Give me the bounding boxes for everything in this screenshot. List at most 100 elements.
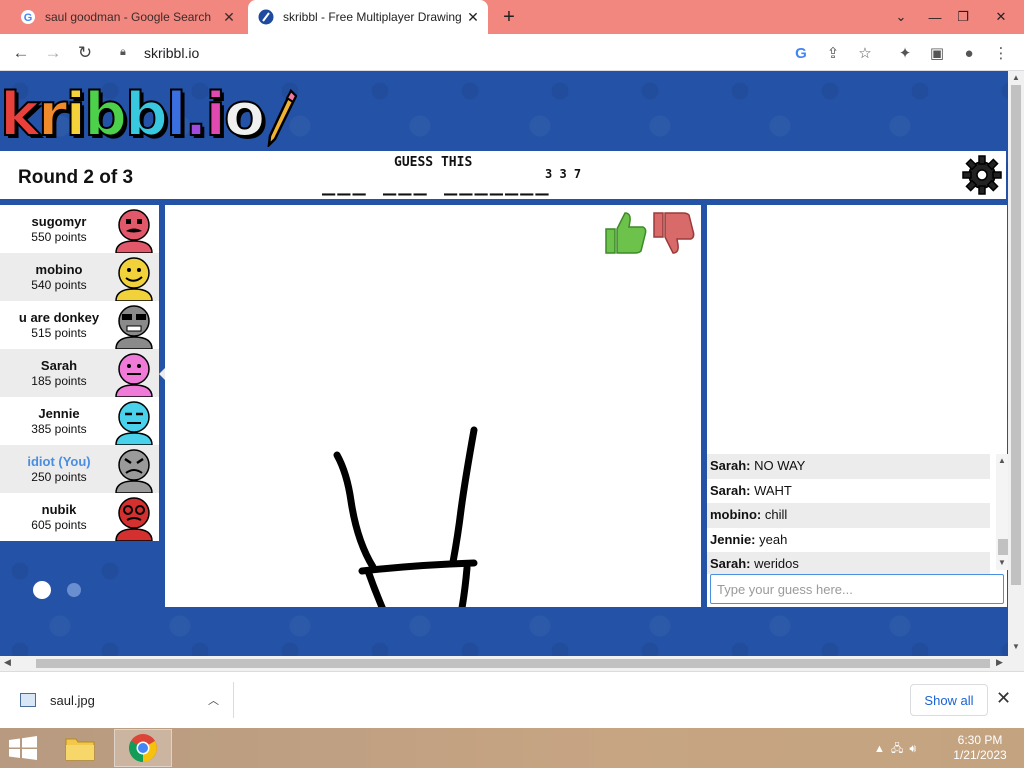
player-row[interactable]: u are donkey 515 points: [0, 301, 159, 349]
scroll-down-icon[interactable]: ▼: [1012, 642, 1020, 651]
clock-date: 1/21/2023: [953, 748, 1007, 762]
chat-text: weridos: [750, 556, 799, 571]
download-filename: saul.jpg: [50, 692, 95, 708]
profile-icon[interactable]: ●: [958, 42, 980, 64]
round-indicator: Round 2 of 3: [18, 167, 134, 188]
scroll-up-icon[interactable]: ▲: [998, 456, 1006, 465]
player-points: 515 points: [31, 326, 87, 340]
google-lens-icon[interactable]: G: [790, 42, 812, 64]
player-row[interactable]: mobino 540 points: [0, 253, 159, 301]
tab-strip: G saul goodman - Google Search ✕ skribbl…: [0, 0, 1024, 34]
player-avatar: [115, 305, 153, 349]
back-icon[interactable]: ←: [10, 42, 32, 64]
image-file-icon: [20, 693, 36, 707]
chat-text: NO WAY: [750, 458, 806, 473]
page-dot[interactable]: [67, 583, 81, 597]
close-icon[interactable]: ✕: [996, 688, 1011, 709]
share-icon[interactable]: ⇪: [822, 42, 844, 64]
player-points: 540 points: [31, 278, 87, 292]
chat-message: Sarah: NO WAY: [707, 454, 990, 479]
chat-message: Jennie: yeah: [707, 528, 990, 553]
side-panel-icon[interactable]: ▣: [926, 42, 948, 64]
guess-input[interactable]: [710, 574, 1004, 604]
chevron-up-icon[interactable]: ︿: [208, 692, 219, 708]
player-list: sugomyr 550 points mobino 540 points u a…: [0, 205, 159, 541]
page-dot-active[interactable]: [33, 581, 51, 599]
chat-text: chill: [761, 507, 788, 522]
page-scroll-thumb[interactable]: [1011, 85, 1021, 585]
player-avatar: [115, 209, 153, 253]
file-explorer-icon[interactable]: [64, 733, 96, 763]
tab-search-chevron-icon[interactable]: ⌄: [884, 0, 918, 34]
word-blanks: ___ ___ _______: [322, 171, 551, 196]
chat-text: yeah: [755, 531, 788, 547]
taskbar-clock[interactable]: 6:30 PM 1/21/2023: [950, 733, 1010, 763]
chat-scroll-thumb[interactable]: [998, 539, 1008, 555]
player-row[interactable]: Sarah 185 points: [0, 349, 159, 397]
download-item[interactable]: saul.jpg ︿: [12, 682, 234, 718]
scroll-down-icon[interactable]: ▼: [998, 558, 1006, 567]
new-tab-icon[interactable]: +: [498, 6, 520, 29]
drawing-canvas[interactable]: [165, 205, 701, 607]
google-icon: G: [20, 9, 36, 25]
scroll-right-icon[interactable]: ▶: [996, 657, 1003, 668]
player-row[interactable]: nubik 605 points: [0, 493, 159, 541]
svg-text:G: G: [24, 12, 33, 24]
page-horizontal-scrollbar[interactable]: ◀ ▶: [0, 656, 1024, 671]
player-row-self[interactable]: idiot (You) 250 points: [0, 445, 159, 493]
address-bar[interactable]: 🔒︎ skribbl.io: [108, 38, 888, 67]
scroll-left-icon[interactable]: ◀: [4, 657, 11, 668]
player-name: nubik: [41, 502, 77, 517]
system-tray[interactable]: ▲ 🖧︎ 🔊︎: [874, 740, 916, 759]
player-points: 185 points: [31, 374, 87, 388]
player-avatar: [115, 257, 153, 301]
close-tab-icon[interactable]: ✕: [464, 9, 482, 26]
restore-icon[interactable]: ❐: [946, 0, 980, 34]
chrome-taskbar-button[interactable]: [114, 729, 172, 767]
skribbl-icon: [258, 9, 274, 25]
chat-text: WAHT: [750, 482, 792, 498]
url-text: skribbl.io: [144, 44, 200, 61]
player-row[interactable]: Jennie 385 points: [0, 397, 159, 445]
close-tab-icon[interactable]: ✕: [220, 9, 238, 26]
scroll-up-icon[interactable]: ▲: [1012, 73, 1020, 82]
player-name: idiot (You): [27, 454, 91, 469]
download-shelf: saul.jpg ︿ Show all ✕: [0, 671, 1024, 728]
settings-gear-icon[interactable]: [962, 155, 1002, 195]
chat-panel: Sarah: NO WAY Sarah: WAHT mobino: chill …: [707, 205, 1009, 607]
tab-google-search[interactable]: G saul goodman - Google Search ✕: [12, 0, 244, 34]
clock-time: 6:30 PM: [957, 733, 1003, 747]
chat-messages: Sarah: NO WAY Sarah: WAHT mobino: chill …: [707, 454, 990, 574]
player-points: 250 points: [31, 470, 87, 484]
chat-message: mobino: chill: [707, 503, 990, 528]
bookmark-star-icon[interactable]: ☆: [854, 42, 876, 64]
player-name: Sarah: [40, 358, 78, 373]
player-name: mobino: [35, 262, 83, 277]
forward-icon[interactable]: →: [42, 42, 64, 64]
page-vertical-scrollbar[interactable]: ▲ ▼: [1008, 71, 1024, 656]
close-window-icon[interactable]: ✕: [984, 0, 1018, 34]
guess-label: GUESS THIS: [394, 155, 473, 170]
extensions-icon[interactable]: ✦: [894, 42, 916, 64]
player-name: Jennie: [38, 406, 80, 421]
chrome-icon: [129, 734, 157, 762]
horizontal-scroll-thumb[interactable]: [36, 659, 990, 668]
pencil-icon: [267, 88, 298, 147]
windows-start-icon[interactable]: [8, 736, 38, 760]
tab-title: skribbl - Free Multiplayer Drawing: [283, 10, 462, 24]
lock-icon: 🔒︎: [120, 46, 126, 58]
reload-icon[interactable]: ↻: [74, 42, 96, 64]
menu-kebab-icon[interactable]: ⋮: [990, 42, 1012, 64]
tab-title: saul goodman - Google Search: [45, 10, 212, 24]
page-viewport: kribbl.io Round 2 of 3 GUESS THIS ___ __…: [0, 71, 1024, 656]
player-row[interactable]: sugomyr 550 points: [0, 205, 159, 253]
player-name: sugomyr: [31, 214, 87, 229]
tab-skribbl[interactable]: skribbl - Free Multiplayer Drawing ✕: [248, 0, 488, 34]
player-name: u are donkey: [18, 310, 100, 325]
player-avatar: [115, 353, 153, 397]
chat-author: Jennie:: [710, 531, 756, 547]
chat-author: Sarah:: [710, 482, 751, 498]
chat-message: Sarah: weridos: [707, 552, 990, 574]
game-header: Round 2 of 3 GUESS THIS ___ ___ _______ …: [0, 151, 1006, 199]
show-all-button[interactable]: Show all: [910, 684, 988, 716]
